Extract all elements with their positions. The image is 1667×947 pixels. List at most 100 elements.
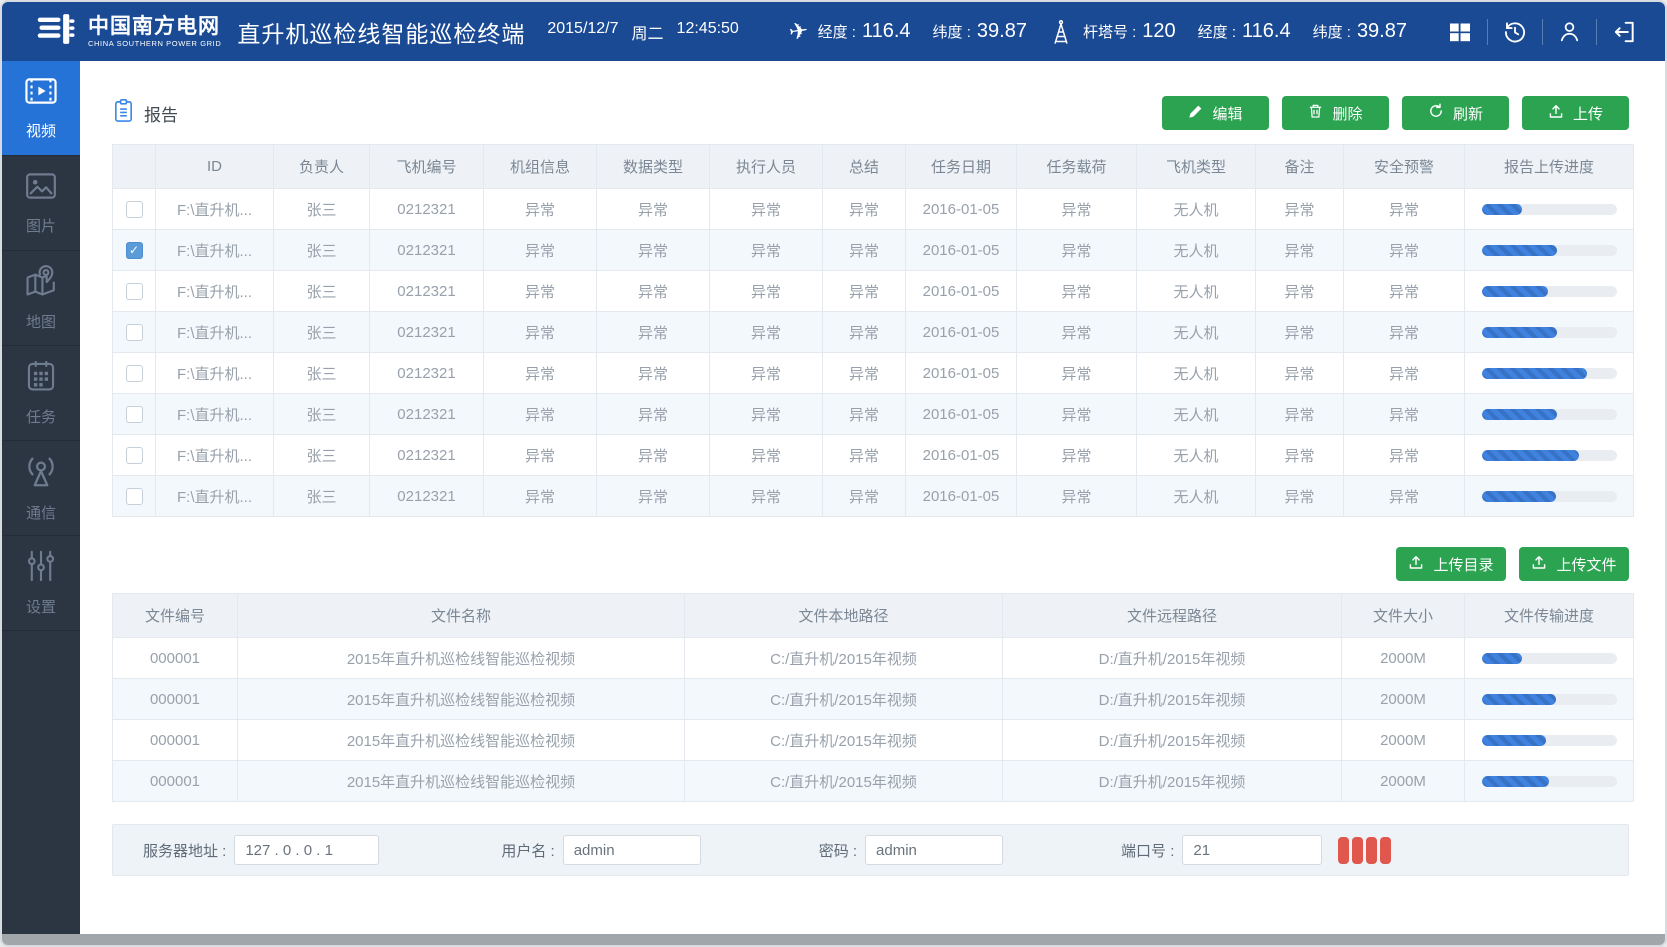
col-file-no: 文件编号 xyxy=(113,594,238,638)
cell-payload: 异常 xyxy=(1017,353,1137,394)
cell-file-size: 2000M xyxy=(1342,638,1465,679)
transfer-progress-bar xyxy=(1482,735,1617,746)
transfer-progress-bar xyxy=(1482,694,1617,705)
row-checkbox[interactable] xyxy=(126,488,143,505)
col-file-size: 文件大小 xyxy=(1342,594,1465,638)
row-checkbox[interactable] xyxy=(126,201,143,218)
cell-plane-no: 0212321 xyxy=(370,394,484,435)
port-input[interactable] xyxy=(1182,835,1322,865)
cell-remark: 异常 xyxy=(1256,312,1344,353)
cell-remark: 异常 xyxy=(1256,271,1344,312)
sidebar-item-map[interactable]: 地图 xyxy=(2,251,80,346)
upload-file-button[interactable]: 上传文件 xyxy=(1519,547,1629,581)
row-checkbox[interactable] xyxy=(126,406,143,423)
user-icon[interactable] xyxy=(1543,19,1596,44)
file-table-header-row: 文件编号 文件名称 文件本地路径 文件远程路径 文件大小 文件传输进度 xyxy=(113,594,1634,638)
upload-directory-button[interactable]: 上传目录 xyxy=(1396,547,1506,581)
sidebar-item-comm[interactable]: 通信 xyxy=(2,441,80,536)
row-checkbox[interactable] xyxy=(126,324,143,341)
brand-name-en: CHINA SOUTHERN POWER GRID xyxy=(88,39,221,48)
row-checkbox[interactable] xyxy=(126,447,143,464)
cell-payload: 异常 xyxy=(1017,189,1137,230)
cell-alert: 异常 xyxy=(1344,435,1465,476)
refresh-button[interactable]: 刷新 xyxy=(1402,96,1509,130)
pencil-icon xyxy=(1188,104,1203,123)
report-table-row: F:\直升机... 张三 0212321 异常 异常 异常 异常 2016-01… xyxy=(113,230,1634,271)
cell-crew: 异常 xyxy=(484,312,597,353)
window-bottom-edge xyxy=(2,934,1665,945)
row-checkbox[interactable] xyxy=(126,242,143,259)
row-checkbox[interactable] xyxy=(126,365,143,382)
cell-payload: 异常 xyxy=(1017,230,1137,271)
history-icon[interactable] xyxy=(1488,19,1542,45)
settings-icon xyxy=(24,549,58,587)
cell-payload: 异常 xyxy=(1017,476,1137,517)
file-table-row: 000001 2015年直升机巡检线智能巡检视频 C:/直升机/2015年视频 … xyxy=(113,679,1634,720)
signal-bar xyxy=(1380,837,1391,864)
cell-file-no: 000001 xyxy=(113,720,238,761)
signal-indicator xyxy=(1338,837,1391,864)
app-window: 中国南方电网 CHINA SOUTHERN POWER GRID 直升机巡检线智… xyxy=(0,0,1667,947)
cell-file-name: 2015年直升机巡检线智能巡检视频 xyxy=(238,720,685,761)
csg-logo-icon xyxy=(36,11,78,52)
logout-icon[interactable] xyxy=(1597,19,1651,45)
edit-button[interactable]: 编辑 xyxy=(1162,96,1269,130)
video-icon xyxy=(23,75,59,111)
upload-button[interactable]: 上传 xyxy=(1522,96,1629,130)
upload-progress-bar xyxy=(1482,245,1617,256)
sidebar-item-image[interactable]: 图片 xyxy=(2,156,80,251)
cell-plane-no: 0212321 xyxy=(370,476,484,517)
cell-summary: 异常 xyxy=(823,189,906,230)
username-input[interactable] xyxy=(563,835,701,865)
refresh-icon xyxy=(1428,103,1444,123)
cell-task-date: 2016-01-05 xyxy=(906,312,1017,353)
signal-bar xyxy=(1366,837,1377,864)
cell-local-path: C:/直升机/2015年视频 xyxy=(685,761,1003,802)
cell-file-size: 2000M xyxy=(1342,720,1465,761)
cell-executor: 异常 xyxy=(710,271,823,312)
task-icon xyxy=(24,359,58,397)
map-icon xyxy=(23,264,59,302)
cell-data-type: 异常 xyxy=(597,271,710,312)
signal-bar xyxy=(1338,837,1349,864)
cell-task-date: 2016-01-05 xyxy=(906,476,1017,517)
port-group: 端口号 : xyxy=(1121,835,1322,865)
cell-remote-path: D:/直升机/2015年视频 xyxy=(1003,761,1342,802)
cell-id: F:\直升机... xyxy=(156,230,274,271)
cell-executor: 异常 xyxy=(710,435,823,476)
cell-plane-type: 无人机 xyxy=(1137,394,1256,435)
cell-file-name: 2015年直升机巡检线智能巡检视频 xyxy=(238,638,685,679)
sidebar-item-settings[interactable]: 设置 xyxy=(2,536,80,631)
sidebar-item-task[interactable]: 任务 xyxy=(2,346,80,441)
sidebar-item-video[interactable]: 视频 xyxy=(2,61,80,156)
cell-plane-type: 无人机 xyxy=(1137,435,1256,476)
username-label: 用户名 : xyxy=(501,840,554,861)
cell-task-date: 2016-01-05 xyxy=(906,230,1017,271)
delete-button[interactable]: 删除 xyxy=(1282,96,1389,130)
password-input[interactable] xyxy=(865,835,1003,865)
cell-plane-type: 无人机 xyxy=(1137,312,1256,353)
windows-icon[interactable] xyxy=(1433,20,1487,44)
server-address-label: 服务器地址 : xyxy=(143,840,226,861)
server-address-input[interactable] xyxy=(234,835,379,865)
cell-data-type: 异常 xyxy=(597,230,710,271)
cell-plane-type: 无人机 xyxy=(1137,353,1256,394)
cell-file-no: 000001 xyxy=(113,638,238,679)
col-summary: 总结 xyxy=(823,145,906,189)
cell-alert: 异常 xyxy=(1344,312,1465,353)
tower-latitude: 纬度 : 39.87 xyxy=(1313,20,1407,43)
cell-plane-no: 0212321 xyxy=(370,271,484,312)
cell-summary: 异常 xyxy=(823,476,906,517)
row-checkbox[interactable] xyxy=(126,283,143,300)
cell-remote-path: D:/直升机/2015年视频 xyxy=(1003,679,1342,720)
cell-summary: 异常 xyxy=(823,271,906,312)
server-form: 服务器地址 : 用户名 : 密码 : 端口号 : xyxy=(112,824,1629,876)
cell-alert: 异常 xyxy=(1344,476,1465,517)
datetime: 2015/12/7 周二 12:45:50 xyxy=(547,20,738,44)
cell-alert: 异常 xyxy=(1344,230,1465,271)
sidebar: 视频 图片 xyxy=(2,61,80,934)
upload-progress-bar xyxy=(1482,368,1617,379)
sidebar-item-label: 设置 xyxy=(26,596,56,617)
col-executor: 执行人员 xyxy=(710,145,823,189)
cell-owner: 张三 xyxy=(274,312,370,353)
